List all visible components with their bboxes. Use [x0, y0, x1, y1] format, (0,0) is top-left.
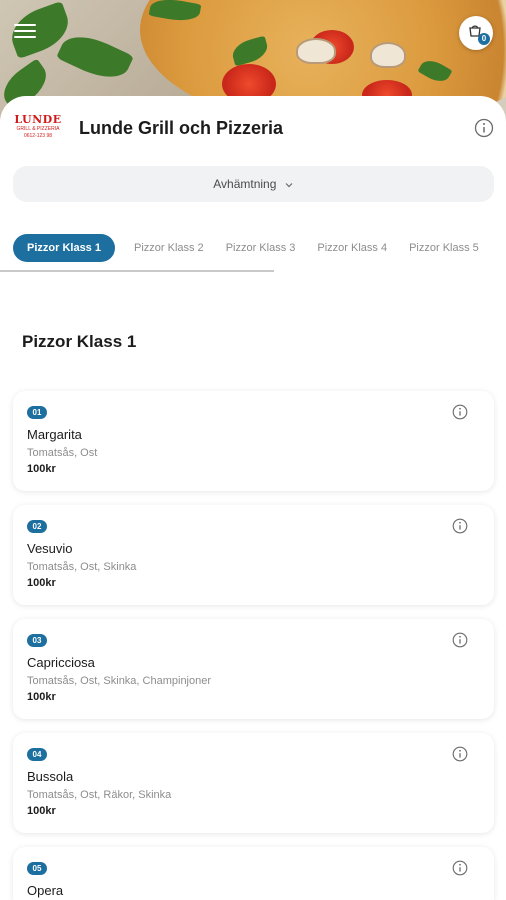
chevron-down-icon	[285, 182, 293, 188]
item-number-badge: 02	[27, 520, 47, 533]
order-mode-dropdown[interactable]: Avhämtning	[13, 166, 494, 202]
item-number-badge: 01	[27, 406, 47, 419]
menu-button[interactable]	[14, 24, 36, 38]
tab-pizzor-klass-3[interactable]: Pizzor Klass 3	[215, 234, 307, 262]
logo-title: LUNDE	[14, 113, 62, 126]
item-description: Tomatsås, Ost, Skinka, Champinjoner	[27, 675, 212, 687]
tab-pizzor-klass-2[interactable]: Pizzor Klass 2	[123, 234, 215, 262]
info-icon	[452, 632, 468, 648]
item-number-badge: 03	[27, 634, 47, 647]
item-number-badge: 04	[27, 748, 47, 761]
menu-item-card[interactable]: 04 Bussola Tomatsås, Ost, Räkor, Skinka …	[13, 733, 494, 833]
item-description: Tomatsås, Ost, Räkor, Skinka	[27, 789, 172, 801]
store-name: Lunde Grill och Pizzeria	[79, 118, 284, 138]
item-price: 100kr	[27, 463, 56, 475]
item-info-button[interactable]	[452, 632, 468, 653]
store-info-button[interactable]	[474, 118, 494, 143]
menu-item-card[interactable]: 03 Capricciosa Tomatsås, Ost, Skinka, Ch…	[13, 619, 494, 719]
item-name: Opera	[27, 883, 64, 898]
tab-pizzor-klass-5[interactable]: Pizzor Klass 5	[398, 234, 490, 262]
item-name: Capricciosa	[27, 655, 95, 670]
logo-phone: 0612-123 98	[23, 133, 53, 139]
item-price: 100kr	[27, 691, 56, 703]
item-name: Vesuvio	[27, 541, 73, 556]
store-logo: LUNDE GRILL & PIZZERIA 0612-123 98	[14, 114, 62, 144]
logo-subtitle: GRILL & PIZZERIA	[16, 126, 60, 132]
info-icon	[452, 404, 468, 420]
menu-item-card[interactable]: 01 Margarita Tomatsås, Ost 100kr	[13, 391, 494, 491]
mushroom-slice	[296, 38, 336, 64]
item-info-button[interactable]	[452, 404, 468, 425]
item-info-button[interactable]	[452, 746, 468, 767]
item-name: Margarita	[27, 427, 82, 442]
tab-pizzor-klass-1[interactable]: Pizzor Klass 1	[13, 234, 115, 262]
item-description: Tomatsås, Ost, Skinka	[27, 561, 137, 573]
basil-leaf	[56, 26, 134, 88]
item-price: 100kr	[27, 577, 56, 589]
category-tabs: Pizzor Klass 1 Pizzor Klass 2 Pizzor Klass…	[13, 234, 506, 264]
section-title: Pizzor Klass 1	[22, 332, 137, 351]
menu-item-card[interactable]: 02 Vesuvio Tomatsås, Ost, Skinka 100kr	[13, 505, 494, 605]
cart-button[interactable]: 0	[459, 16, 493, 50]
menu-item-card[interactable]: 05 Opera	[13, 847, 494, 900]
info-icon	[474, 118, 494, 138]
item-name: Bussola	[27, 769, 74, 784]
hamburger-icon	[14, 24, 36, 26]
mushroom-slice	[370, 42, 406, 68]
info-icon	[452, 746, 468, 762]
tabs-scroll-indicator	[0, 270, 274, 272]
item-price: 100kr	[27, 805, 56, 817]
item-info-button[interactable]	[452, 518, 468, 539]
item-number-badge: 05	[27, 862, 47, 875]
tab-pizzor-klass-4[interactable]: Pizzor Klass 4	[306, 234, 398, 262]
cart-count-badge: 0	[478, 33, 490, 45]
item-info-button[interactable]	[452, 860, 468, 881]
order-mode-label: Avhämtning	[213, 177, 277, 191]
item-description: Tomatsås, Ost	[27, 447, 98, 459]
info-icon	[452, 860, 468, 876]
info-icon	[452, 518, 468, 534]
